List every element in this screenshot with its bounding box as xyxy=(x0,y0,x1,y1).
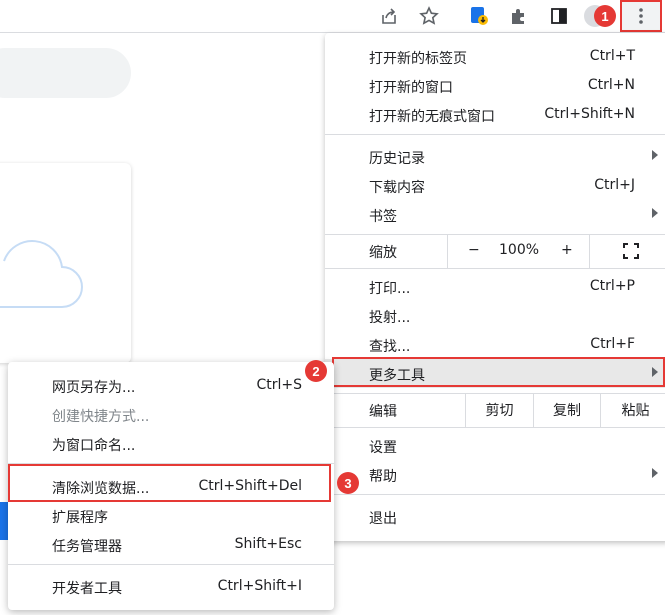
chrome-main-menu: 打开新的标签页 Ctrl+T 打开新的窗口 Ctrl+N 打开新的无痕式窗口 C… xyxy=(325,33,665,541)
fullscreen-icon xyxy=(622,243,639,259)
menu-separator xyxy=(325,134,665,135)
submenu-item-label: 网页另存为... xyxy=(52,380,136,396)
menu-item-exit[interactable]: 退出 xyxy=(325,502,665,531)
submenu-item-label: 为窗口命名... xyxy=(52,438,136,454)
submenu-separator xyxy=(8,564,334,565)
menu-item-print[interactable]: 打印... Ctrl+P xyxy=(325,272,665,301)
zoom-in-button[interactable]: + xyxy=(561,242,573,258)
menu-item-settings[interactable]: 设置 xyxy=(325,431,665,460)
menu-item-history[interactable]: 历史记录 xyxy=(325,142,665,171)
menu-item-label: 查找... xyxy=(369,339,411,355)
menu-separator xyxy=(325,494,665,495)
side-panel-icon[interactable] xyxy=(546,3,572,29)
menu-item-label: 下载内容 xyxy=(369,180,425,196)
paste-button[interactable]: 粘贴 xyxy=(600,393,665,427)
menu-item-shortcut: Ctrl+J xyxy=(594,177,635,193)
bookmark-star-icon[interactable] xyxy=(416,3,442,29)
menu-item-shortcut: Ctrl+P xyxy=(589,278,635,294)
menu-item-new-incognito-window[interactable]: 打开新的无痕式窗口 Ctrl+Shift+N xyxy=(325,100,665,129)
more-tools-highlight xyxy=(332,357,665,387)
menu-item-bookmarks[interactable]: 书签 xyxy=(325,200,665,229)
submenu-item-label: 创建快捷方式... xyxy=(52,409,150,425)
menu-item-new-tab[interactable]: 打开新的标签页 Ctrl+T xyxy=(325,42,665,71)
submenu-item-name-window[interactable]: 为窗口命名... xyxy=(8,429,334,458)
menu-item-label: 投射... xyxy=(369,310,411,326)
submenu-item-task-manager[interactable]: 任务管理器 Shift+Esc xyxy=(8,530,334,559)
menu-item-label: 打印... xyxy=(369,281,411,297)
fullscreen-button[interactable] xyxy=(589,234,665,268)
cut-button[interactable]: 剪切 xyxy=(465,393,533,427)
submenu-item-label: 任务管理器 xyxy=(52,539,122,555)
edit-label: 编辑 xyxy=(369,404,397,420)
submenu-item-shortcut: Ctrl+Shift+I xyxy=(217,578,302,594)
share-icon[interactable] xyxy=(376,3,402,29)
submenu-arrow-icon xyxy=(652,468,658,478)
menu-item-label: 退出 xyxy=(369,511,397,527)
menu-item-help[interactable]: 帮助 xyxy=(325,460,665,489)
cloud-illustration-icon xyxy=(0,240,83,308)
menu-item-label: 历史记录 xyxy=(369,151,425,167)
background-search-box xyxy=(0,48,131,98)
zoom-level: 100% xyxy=(499,242,540,258)
zoom-label: 缩放 xyxy=(369,245,397,261)
submenu-arrow-icon xyxy=(652,150,658,160)
submenu-item-save-page[interactable]: 网页另存为... Ctrl+S xyxy=(8,371,334,400)
menu-item-label: 书签 xyxy=(369,209,397,225)
copy-button[interactable]: 复制 xyxy=(533,393,600,427)
three-dots-menu-icon xyxy=(639,8,643,24)
menu-item-label: 帮助 xyxy=(369,469,397,485)
menu-item-label: 打开新的无痕式窗口 xyxy=(369,109,495,125)
zoom-out-button[interactable]: − xyxy=(468,242,480,258)
menu-separator xyxy=(325,268,665,269)
menu-item-label: 打开新的标签页 xyxy=(369,51,467,67)
menu-item-label: 打开新的窗口 xyxy=(369,80,453,96)
submenu-item-extensions[interactable]: 扩展程序 xyxy=(8,501,334,530)
submenu-arrow-icon xyxy=(652,208,658,218)
step-badge-1: 1 xyxy=(594,5,616,27)
menu-item-shortcut: Ctrl+T xyxy=(589,48,635,64)
chrome-menu-button[interactable] xyxy=(620,0,662,32)
menu-separator xyxy=(325,427,665,428)
clear-browsing-data-highlight xyxy=(8,464,331,502)
download-extension-icon[interactable] xyxy=(466,3,492,29)
extensions-puzzle-icon[interactable] xyxy=(506,3,532,29)
background-blue-strip xyxy=(0,502,8,540)
menu-item-label: 设置 xyxy=(369,440,397,456)
zoom-controls: − 100% + xyxy=(447,234,665,268)
submenu-item-shortcut: Shift+Esc xyxy=(234,536,302,552)
submenu-item-label: 扩展程序 xyxy=(52,510,108,526)
menu-item-shortcut: Ctrl+N xyxy=(587,77,635,93)
submenu-item-label: 开发者工具 xyxy=(52,581,122,597)
menu-item-find[interactable]: 查找... Ctrl+F xyxy=(325,330,665,359)
menu-item-downloads[interactable]: 下载内容 Ctrl+J xyxy=(325,171,665,200)
menu-edit-row: 编辑 剪切 复制 粘贴 xyxy=(325,393,665,427)
submenu-item-developer-tools[interactable]: 开发者工具 Ctrl+Shift+I xyxy=(8,572,334,601)
step-badge-2: 2 xyxy=(305,360,327,382)
menu-item-shortcut: Ctrl+Shift+N xyxy=(544,106,635,122)
step-badge-3: 3 xyxy=(337,472,359,494)
menu-zoom-row: 缩放 − 100% + xyxy=(325,234,665,268)
menu-item-shortcut: Ctrl+F xyxy=(590,336,635,352)
menu-item-new-window[interactable]: 打开新的窗口 Ctrl+N xyxy=(325,71,665,100)
submenu-item-create-shortcut: 创建快捷方式... xyxy=(8,400,334,429)
menu-item-cast[interactable]: 投射... xyxy=(325,301,665,330)
browser-toolbar xyxy=(0,0,665,33)
submenu-item-shortcut: Ctrl+S xyxy=(256,377,302,393)
